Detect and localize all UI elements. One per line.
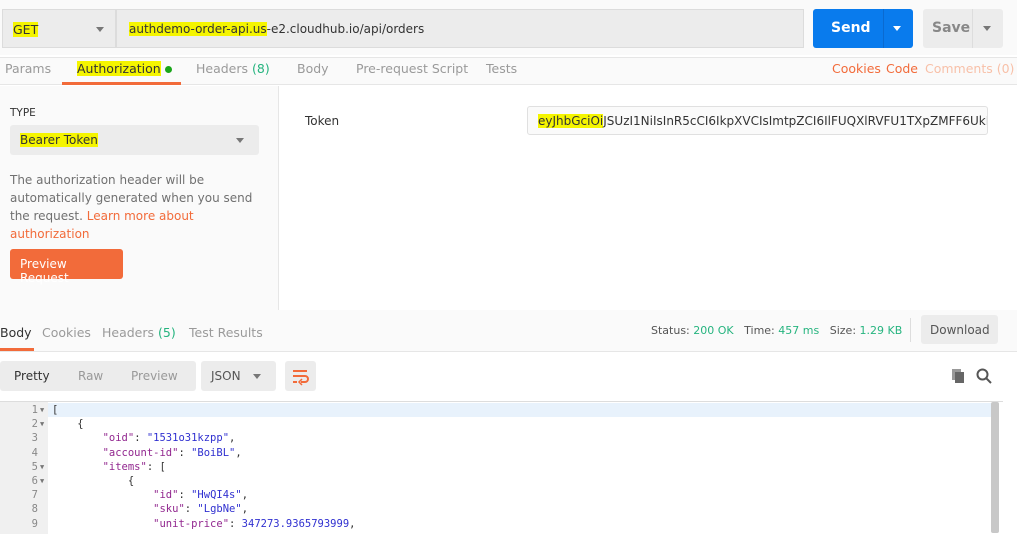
- chevron-down-icon: [236, 138, 244, 143]
- code-line: "account-id": "BoiBL",: [102, 446, 242, 459]
- format-value: JSON: [211, 369, 241, 383]
- line-number: 6: [31, 475, 38, 487]
- status-dot-icon: [164, 66, 172, 73]
- code-line: [: [52, 404, 59, 416]
- cookies-link[interactable]: Cookies: [832, 61, 881, 76]
- copy-icon[interactable]: [950, 368, 966, 384]
- tab-authorization-label: Authorization: [77, 61, 161, 76]
- size-label: Size:: [829, 324, 857, 337]
- preview-request-button[interactable]: Preview Request: [10, 249, 123, 285]
- line-number: 5: [31, 460, 38, 473]
- url-highlighted: authdemo-order-api.us: [129, 22, 267, 36]
- format-select[interactable]: JSON: [201, 361, 276, 391]
- method-select[interactable]: GET: [2, 9, 116, 48]
- tab-response-body[interactable]: Body: [0, 325, 32, 340]
- line-number: 8: [31, 503, 38, 516]
- url-input[interactable]: authdemo-order-api.us-e2.cloudhub.io/api…: [116, 9, 804, 48]
- token-input[interactable]: eyJhbGciOiJSUzI1NiIsInR5cCI6IkpXVCIsImtp…: [527, 106, 988, 135]
- fold-toggle-icon[interactable]: ▼: [40, 477, 44, 485]
- status-readout: Status: 200 OK Time: 457 ms Size: 1.29 K…: [651, 324, 902, 337]
- raw-button[interactable]: Raw: [78, 369, 103, 383]
- save-label: Save: [932, 20, 971, 36]
- send-label: Send: [831, 20, 871, 36]
- active-line: [48, 403, 991, 417]
- save-options-icon[interactable]: [983, 26, 991, 31]
- search-icon[interactable]: [976, 368, 992, 384]
- code-line: "items": [: [102, 460, 166, 473]
- tab-tests[interactable]: Tests: [486, 61, 517, 76]
- comments-link[interactable]: Comments (0): [925, 61, 1014, 76]
- auth-type-value: Bearer Token: [20, 133, 98, 147]
- request-tabs: Params Authorization Headers (8) Body Pr…: [0, 57, 1017, 85]
- tab-prerequest[interactable]: Pre-request Script: [356, 61, 468, 76]
- editor-scrollbar[interactable]: [991, 402, 999, 533]
- line-number: 2: [31, 418, 38, 431]
- send-options-icon[interactable]: [893, 26, 901, 31]
- send-button[interactable]: Send: [813, 9, 913, 48]
- response-headers-count: (5): [158, 325, 176, 340]
- view-mode-group: Pretty Raw Preview: [0, 361, 196, 391]
- save-button[interactable]: Save: [923, 9, 1003, 48]
- wrap-icon: [293, 370, 309, 386]
- line-number: 4: [31, 446, 38, 459]
- chevron-down-icon: [96, 27, 104, 32]
- tab-params[interactable]: Params: [5, 61, 51, 76]
- code-line: "sku": "LgbNe",: [153, 503, 249, 516]
- tab-test-results[interactable]: Test Results: [189, 325, 263, 340]
- tab-response-headers[interactable]: Headers (5): [102, 325, 176, 340]
- size-value: 1.29 KB: [859, 324, 903, 337]
- time-label: Time:: [744, 324, 775, 337]
- line-number: 9: [31, 517, 38, 530]
- auth-description: The authorization header will be automat…: [10, 171, 270, 243]
- tab-headers-label: Headers: [196, 61, 249, 76]
- tab-response-cookies[interactable]: Cookies: [42, 325, 91, 340]
- code-link[interactable]: Code: [886, 61, 918, 76]
- line-number: 1: [31, 404, 38, 416]
- tab-authorization[interactable]: Authorization: [77, 61, 172, 76]
- preview-button[interactable]: Preview: [131, 369, 178, 383]
- tab-headers[interactable]: Headers (8): [196, 61, 270, 76]
- code-line: {: [52, 418, 84, 431]
- active-tab-underline: [0, 348, 34, 351]
- fold-toggle-icon[interactable]: ▼: [40, 420, 44, 428]
- status-label: Status:: [651, 324, 690, 337]
- type-label: TYPE: [10, 107, 36, 119]
- response-body-editor[interactable]: 1 ▼[2 ▼ {3 "oid": "1531o31kzpp", 4 "account…: [0, 401, 1003, 534]
- wrap-lines-button[interactable]: [285, 361, 316, 391]
- response-tabs: Body Cookies Headers (5) Test Results St…: [0, 310, 1017, 352]
- code-line: {: [52, 475, 135, 487]
- code-line: "unit-price": 347273.9365793999,: [153, 517, 356, 530]
- tab-response-headers-label: Headers: [102, 325, 155, 340]
- fold-toggle-icon[interactable]: ▼: [40, 406, 44, 414]
- token-label: Token: [305, 114, 340, 128]
- headers-count: (8): [252, 61, 270, 76]
- fold-toggle-icon[interactable]: ▼: [40, 463, 44, 471]
- token-highlighted: eyJhbGciOi: [538, 114, 604, 128]
- pretty-button[interactable]: Pretty: [14, 369, 50, 383]
- method-value: GET: [13, 22, 39, 37]
- token-rest: JSUzI1NiIsInR5cCI6IkpXVCIsImtpZCI6IlFUQX…: [603, 114, 988, 128]
- tab-body[interactable]: Body: [297, 61, 329, 76]
- line-number: 3: [31, 432, 38, 445]
- auth-type-select[interactable]: Bearer Token: [10, 125, 259, 155]
- url-rest: -e2.cloudhub.io/api/orders: [266, 22, 425, 36]
- chevron-down-icon: [253, 374, 261, 379]
- line-number: 7: [31, 489, 38, 502]
- download-button[interactable]: Download: [921, 315, 998, 344]
- code-line: "id": "HwQI4s",: [153, 489, 249, 502]
- active-tab-underline: [62, 82, 181, 85]
- status-value: 200 OK: [693, 324, 734, 337]
- time-value: 457 ms: [778, 324, 820, 337]
- code-line: "oid": "1531o31kzpp",: [102, 432, 236, 445]
